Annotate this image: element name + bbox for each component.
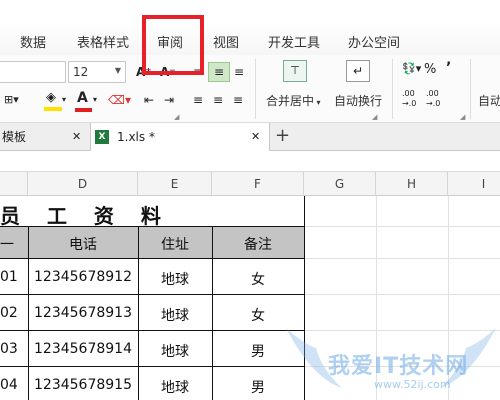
- increase-decimal-bottom: →.0: [402, 99, 417, 108]
- xls-file-icon: X: [95, 130, 109, 144]
- document-tab-bar: 模板 ✕ X 1.xls * ✕ +: [0, 123, 500, 151]
- align-left-icon[interactable]: ≡: [193, 93, 203, 107]
- ribbon-separator: [470, 59, 471, 119]
- doc-tab-file-label: 1.xls *: [117, 130, 155, 144]
- table-cell-id[interactable]: 02: [0, 305, 18, 321]
- table-border: [0, 330, 304, 331]
- align-center-icon[interactable]: ≡: [213, 93, 223, 107]
- percent-icon[interactable]: %: [424, 63, 436, 77]
- tab-data[interactable]: 数据: [20, 32, 46, 51]
- decrease-decimal-icon[interactable]: .00 →.0: [426, 89, 440, 109]
- header-cell-phone[interactable]: 电话: [28, 234, 138, 254]
- table-cell-phone[interactable]: 12345678912: [28, 269, 138, 285]
- watermark-text: 我爱IT技术网: [328, 354, 469, 379]
- decrease-decimal-bottom: →.0: [426, 99, 441, 108]
- header-cell-address[interactable]: 住址: [138, 234, 212, 254]
- tab-table-style[interactable]: 表格样式: [77, 32, 129, 51]
- table-cell-address[interactable]: 地球: [138, 377, 212, 397]
- increase-decimal-top: .00: [402, 89, 415, 98]
- currency-icon[interactable]: 💱▾: [402, 62, 421, 76]
- increase-indent-icon[interactable]: ⇥: [164, 93, 174, 107]
- tab-office-space[interactable]: 办公空间: [348, 32, 400, 51]
- column-header-d[interactable]: D: [28, 172, 138, 196]
- font-name-box[interactable]: [0, 61, 66, 83]
- align-bottom-icon[interactable]: ≡: [234, 65, 244, 79]
- align-right-icon[interactable]: ≡: [233, 93, 243, 107]
- column-header-i[interactable]: I: [448, 172, 500, 196]
- merge-center-label: 合并居中: [266, 94, 315, 108]
- wrap-text-icon[interactable]: ↵: [346, 60, 370, 82]
- chevron-down-icon: ▼: [114, 66, 121, 75]
- column-header-partial[interactable]: [0, 172, 28, 196]
- table-cell-phone[interactable]: 12345678913: [28, 305, 138, 321]
- chevron-down-icon: ▾: [314, 98, 321, 107]
- ribbon-toolbar: 12 ▼ A⁺ A⁻ ≡ ≡ ≡ ⊞▾ ◈ ▾ A ▾ ⌫▾ ⇤ ⇥ ≡ ≡ ≡…: [0, 55, 500, 123]
- merge-center-button[interactable]: 合并居中 ▾: [266, 92, 321, 109]
- gridline: [304, 226, 500, 227]
- header-cell-partial[interactable]: 一: [0, 234, 14, 254]
- table-cell-id[interactable]: 01: [0, 269, 18, 285]
- font-color-icon[interactable]: A ▾: [74, 91, 100, 113]
- formula-bar[interactable]: [0, 151, 500, 172]
- gridline: [304, 258, 500, 259]
- decrease-decimal-top: .00: [426, 89, 439, 98]
- watermark-url: www.52ij.com: [374, 378, 451, 391]
- fill-color-swatch: [44, 107, 62, 111]
- table-border: [0, 226, 304, 227]
- auto-wrap-button[interactable]: 自动换行: [334, 92, 382, 109]
- chevron-down-icon: ▾: [62, 95, 67, 104]
- gridline: [304, 294, 500, 295]
- column-header-f[interactable]: F: [212, 172, 304, 196]
- align-middle-icon[interactable]: ≡: [208, 62, 230, 82]
- doc-tab-templates[interactable]: 模板 ✕: [0, 123, 90, 151]
- table-cell-phone[interactable]: 12345678915: [28, 377, 138, 393]
- add-tab-icon[interactable]: +: [275, 123, 290, 151]
- menu-bar: 数据 表格样式 审阅 视图 开发工具 办公空间: [0, 0, 500, 55]
- column-header-g[interactable]: G: [304, 172, 376, 196]
- paint-bucket-icon: ◈: [46, 90, 56, 105]
- doc-tab-templates-label: 模板: [2, 130, 27, 144]
- auto-partial-button[interactable]: 自动: [478, 92, 500, 109]
- close-icon[interactable]: ✕: [72, 123, 81, 151]
- table-cell-address[interactable]: 地球: [138, 269, 212, 289]
- font-group-launcher-icon[interactable]: ◢: [174, 113, 179, 121]
- close-icon[interactable]: ✕: [251, 123, 260, 151]
- table-cell-id[interactable]: 03: [0, 341, 18, 357]
- comma-style-icon[interactable]: ’: [446, 61, 451, 75]
- sheet-title: 员 工 资 料: [0, 204, 171, 228]
- column-header-h[interactable]: H: [376, 172, 448, 196]
- review-tab-highlight-box: [142, 15, 204, 75]
- table-cell-phone[interactable]: 12345678914: [28, 341, 138, 357]
- header-cell-note[interactable]: 备注: [212, 234, 304, 254]
- doc-tab-file[interactable]: X 1.xls * ✕: [90, 123, 270, 151]
- tab-developer-tools[interactable]: 开发工具: [268, 32, 320, 51]
- table-cell-address[interactable]: 地球: [138, 341, 212, 361]
- ribbon-separator: [392, 59, 393, 119]
- alignment-group-launcher-icon[interactable]: ◢: [372, 113, 377, 121]
- font-size-box[interactable]: 12 ▼: [68, 61, 126, 83]
- merge-center-icon[interactable]: ⊤: [283, 60, 307, 82]
- ribbon-separator: [255, 59, 256, 119]
- table-cell-address[interactable]: 地球: [138, 305, 212, 325]
- table-border: [0, 294, 304, 295]
- chevron-down-icon: ▾: [93, 95, 98, 104]
- eraser-icon[interactable]: ⌫▾: [108, 93, 131, 107]
- increase-decimal-icon[interactable]: .00 →.0: [402, 89, 416, 109]
- table-border: [0, 258, 304, 259]
- table-border: [0, 366, 304, 367]
- number-group-launcher-icon[interactable]: ◢: [460, 113, 465, 121]
- fill-color-icon[interactable]: ◈ ▾: [42, 91, 68, 113]
- site-watermark: 我爱IT技术网 www.52ij.com: [282, 318, 500, 400]
- font-color-glyph: A: [77, 90, 88, 106]
- font-color-swatch: [75, 108, 92, 112]
- column-header-e[interactable]: E: [138, 172, 212, 196]
- tab-view[interactable]: 视图: [213, 32, 239, 51]
- decrease-indent-icon[interactable]: ⇤: [144, 93, 154, 107]
- border-dropdown-icon[interactable]: ⊞▾: [4, 93, 19, 107]
- font-size-value: 12: [73, 65, 89, 79]
- table-cell-id[interactable]: 04: [0, 377, 18, 393]
- table-cell-note[interactable]: 女: [212, 269, 304, 289]
